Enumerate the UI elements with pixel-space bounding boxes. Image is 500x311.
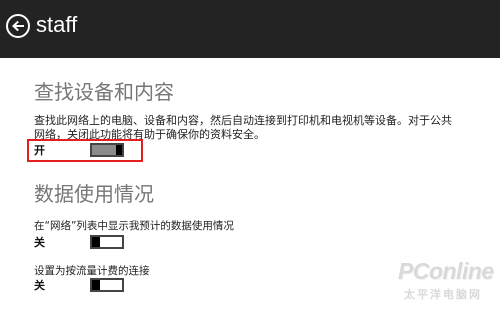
back-arrow-icon [12, 20, 24, 32]
section-title-find-devices: 查找设备和内容 [34, 80, 174, 104]
back-button[interactable] [6, 14, 30, 38]
show-data-usage-state-label: 关 [34, 236, 45, 249]
metered-connection-toggle[interactable] [90, 278, 124, 292]
section-title-data-usage: 数据使用情况 [34, 182, 154, 206]
watermark-logo: PConline 太平洋电脑网 [390, 258, 500, 311]
highlight-annotation-box [27, 139, 143, 162]
toggle-thumb[interactable] [92, 280, 100, 290]
metered-connection-label: 设置为按流量计费的连接 [34, 265, 150, 277]
find-devices-description: 查找此网络上的电脑、设备和内容，然后自动连接到打印机和电视机等设备。对于公共网络… [34, 114, 452, 141]
app-header: staff [0, 0, 500, 58]
page-title: staff [36, 12, 78, 37]
show-data-usage-toggle[interactable] [90, 235, 124, 249]
metered-connection-state-label: 关 [34, 279, 45, 292]
watermark-main-text: PConline [398, 258, 494, 284]
watermark-sub-text: 太平洋电脑网 [404, 289, 482, 301]
show-data-usage-label: 在“网络”列表中显示我预计的数据使用情况 [34, 220, 234, 232]
toggle-thumb[interactable] [92, 237, 100, 247]
